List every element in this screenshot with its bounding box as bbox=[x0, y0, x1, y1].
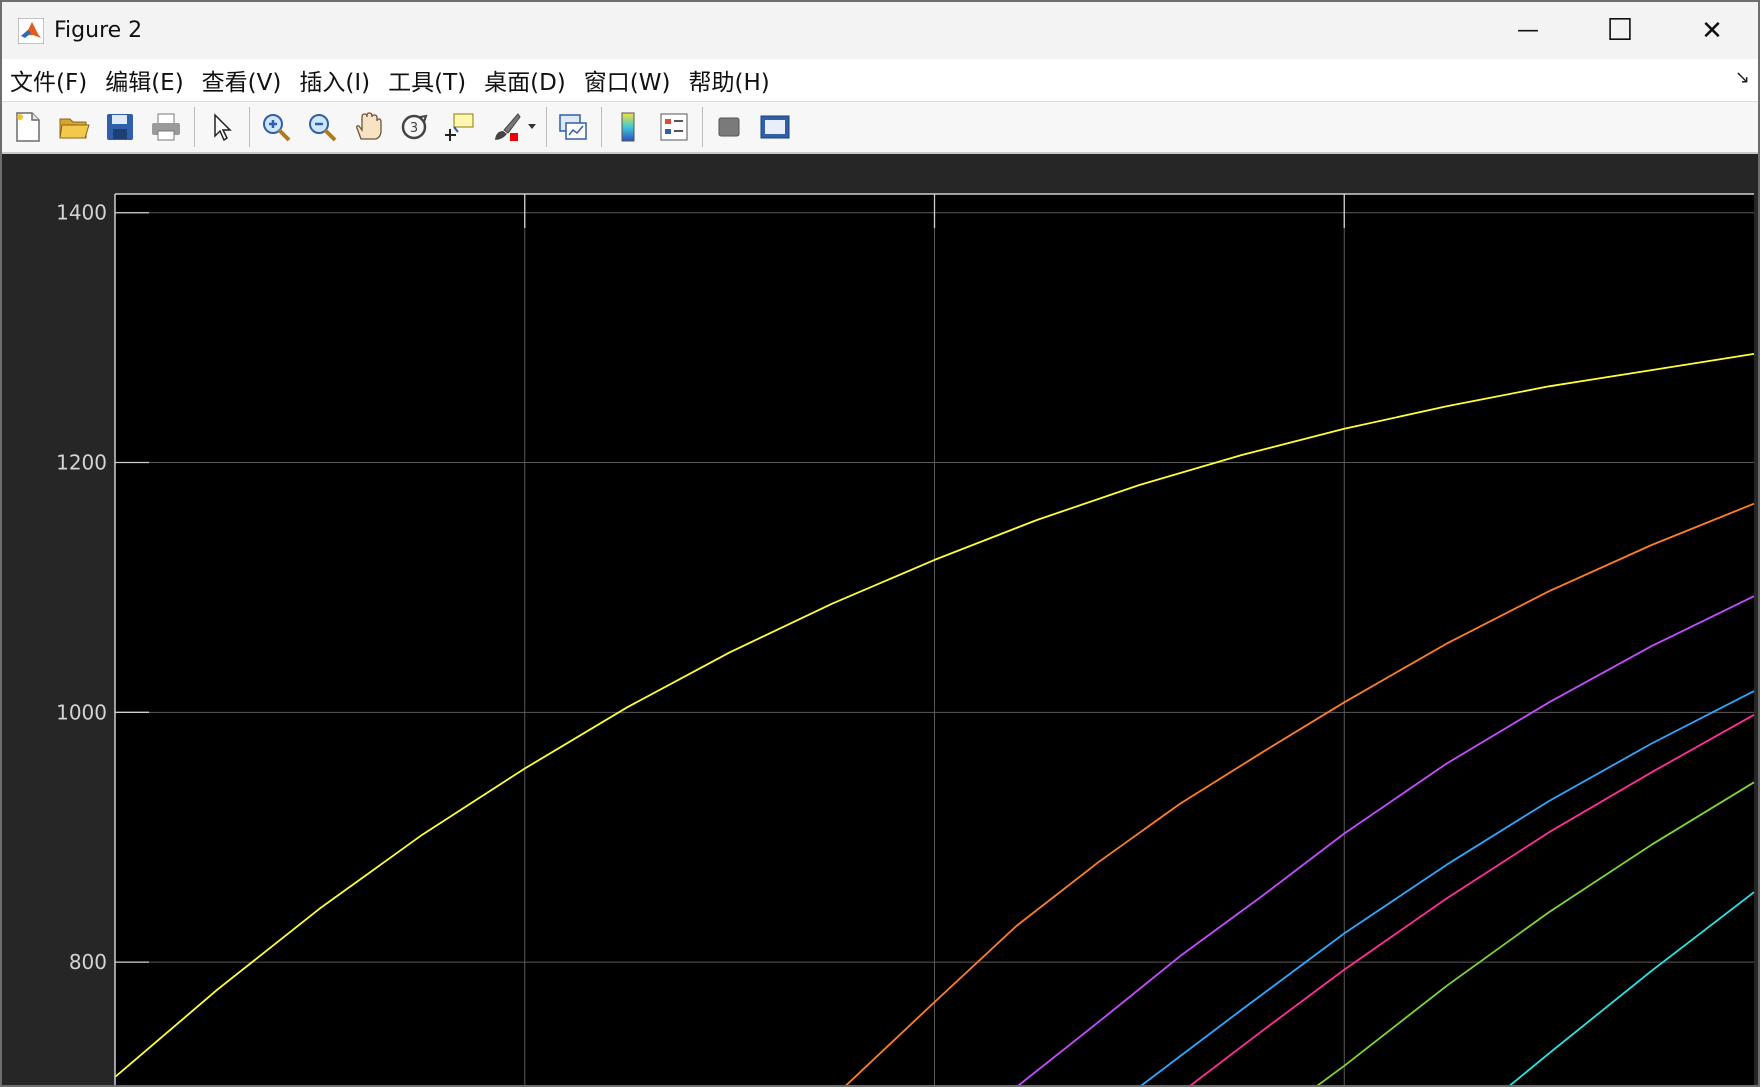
y-tick-labels: 800 1000 1200 1400 bbox=[56, 201, 107, 974]
legend-icon[interactable] bbox=[654, 107, 694, 147]
toolbar-separator bbox=[249, 107, 250, 147]
menu-bar: 文件(F) 编辑(E) 查看(V) 插入(I) 工具(T) 桌面(D) 窗口(W… bbox=[2, 59, 1758, 102]
show-plot-tools-icon[interactable] bbox=[755, 107, 795, 147]
menu-edit[interactable]: 编辑(E) bbox=[96, 63, 192, 97]
close-button[interactable]: ✕ bbox=[1666, 2, 1758, 59]
maximize-button[interactable]: ☐ bbox=[1574, 2, 1666, 59]
plot-canvas[interactable]: 800 1000 1200 1400 bbox=[2, 154, 1758, 1087]
brush-icon[interactable] bbox=[486, 107, 526, 147]
print-icon[interactable] bbox=[146, 107, 186, 147]
figure-window: Figure 2 — ☐ ✕ 文件(F) 编辑(E) 查看(V) 插入(I) 工… bbox=[0, 0, 1760, 1087]
menu-file[interactable]: 文件(F) bbox=[2, 63, 96, 97]
rotate-3d-icon[interactable]: 3 bbox=[394, 107, 434, 147]
menu-window[interactable]: 窗口(W) bbox=[575, 63, 680, 97]
menu-view[interactable]: 查看(V) bbox=[193, 63, 291, 97]
open-file-icon[interactable] bbox=[54, 107, 94, 147]
minimize-icon: — bbox=[1517, 18, 1539, 43]
matlab-app-icon bbox=[16, 16, 46, 46]
zoom-out-icon[interactable] bbox=[302, 107, 342, 147]
link-plot-icon[interactable] bbox=[553, 107, 593, 147]
new-figure-icon[interactable] bbox=[8, 107, 48, 147]
svg-text:3: 3 bbox=[410, 121, 418, 136]
menu-help[interactable]: 帮助(H) bbox=[679, 63, 778, 97]
pan-hand-icon[interactable] bbox=[348, 107, 388, 147]
pointer-icon[interactable] bbox=[201, 107, 241, 147]
y-tick-label: 800 bbox=[69, 950, 107, 974]
y-tick-label: 1400 bbox=[56, 201, 107, 225]
maximize-icon: ☐ bbox=[1606, 13, 1634, 48]
window-controls: — ☐ ✕ bbox=[1482, 2, 1758, 59]
figure-canvas[interactable]: 800 1000 1200 1400 bbox=[2, 154, 1758, 1085]
colorbar-icon[interactable] bbox=[608, 107, 648, 147]
menu-insert[interactable]: 插入(I) bbox=[290, 63, 379, 97]
menu-desktop[interactable]: 桌面(D) bbox=[475, 63, 575, 97]
toolbar-separator bbox=[546, 107, 547, 147]
y-tick-label: 1000 bbox=[56, 700, 107, 724]
window-title: Figure 2 bbox=[54, 18, 143, 43]
brush-dropdown-icon[interactable] bbox=[526, 107, 538, 147]
hide-plot-tools-icon[interactable] bbox=[709, 107, 749, 147]
title-bar[interactable]: Figure 2 — ☐ ✕ bbox=[2, 2, 1758, 59]
toolbar-separator bbox=[194, 107, 195, 147]
menu-tools[interactable]: 工具(T) bbox=[379, 63, 475, 97]
toolbar-separator bbox=[702, 107, 703, 147]
figure-toolbar: 3 bbox=[2, 102, 1758, 154]
close-icon: ✕ bbox=[1701, 15, 1723, 46]
data-cursor-icon[interactable] bbox=[440, 107, 480, 147]
save-icon[interactable] bbox=[100, 107, 140, 147]
minimize-button[interactable]: — bbox=[1482, 2, 1574, 59]
y-tick-label: 1200 bbox=[56, 451, 107, 475]
dock-arrow-icon[interactable]: ↘ bbox=[1735, 67, 1750, 88]
zoom-in-icon[interactable] bbox=[256, 107, 296, 147]
toolbar-separator bbox=[601, 107, 602, 147]
